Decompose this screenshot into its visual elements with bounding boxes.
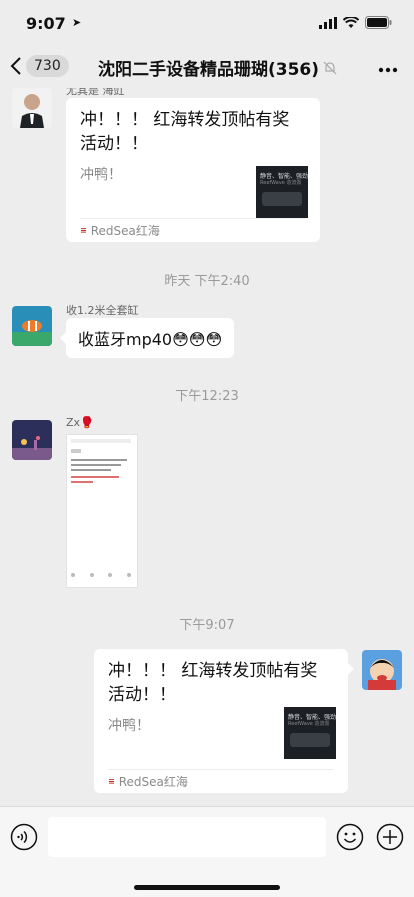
card-thumbnail: 静音、智能、强劲 ReefWave 造流泵	[284, 707, 336, 759]
message-text: 收蓝牙mp40😳😳😳	[78, 330, 223, 349]
avatar[interactable]	[12, 420, 52, 460]
screenshot-line	[71, 481, 93, 483]
chat-area[interactable]: 尤其是 海豇 冲！！！ 红海转发顶帖有奖活动！！ 冲鸭！ 静音、智能、强劲 Re…	[0, 88, 414, 806]
link-card[interactable]: 冲！！！ 红海转发顶帖有奖活动！！ 冲鸭！ 静音、智能、强劲 ReefWave …	[66, 98, 320, 242]
card-title: 冲！！！ 红海转发顶帖有奖活动！！	[80, 110, 290, 154]
thumbnail-subtext: ReefWave 造流泵	[288, 721, 330, 727]
location-icon: ➤	[72, 16, 82, 29]
redsea-logo-icon: ≡	[108, 776, 115, 786]
timestamp: 昨天 下午2:40	[164, 274, 250, 289]
card-source: RedSea红海	[118, 774, 188, 789]
screenshot-line	[71, 459, 127, 461]
screenshot-toolbar	[71, 573, 131, 581]
sender-name: Zx🥊	[66, 416, 94, 429]
emoji-button[interactable]	[336, 823, 364, 855]
timestamp: 下午9:07	[179, 618, 235, 633]
screenshot-line	[71, 464, 121, 466]
status-bar: 9:07 ➤	[0, 0, 414, 44]
card-source: RedSea红海	[90, 223, 160, 238]
card-description: 冲鸭！	[80, 167, 122, 183]
wifi-icon	[343, 16, 359, 28]
more-icon	[378, 67, 398, 73]
emoji-icon	[336, 823, 364, 851]
sender-name: 收1.2米全套缸	[66, 304, 139, 317]
thumbnail-subtext: ReefWave 造流泵	[260, 180, 302, 186]
message-bubble[interactable]: 收蓝牙mp40😳😳😳	[59, 318, 235, 358]
card-footer: ≡ RedSea红海	[108, 769, 334, 792]
battery-icon	[365, 16, 392, 29]
chevron-left-icon	[10, 57, 21, 75]
redsea-logo-icon: ≡	[80, 225, 87, 235]
sender-name: 尤其是 海豇	[66, 88, 125, 97]
plus-button[interactable]	[376, 823, 404, 855]
avatar[interactable]	[12, 306, 52, 346]
message-input[interactable]	[48, 817, 326, 857]
voice-icon	[10, 823, 38, 851]
status-time: 9:07	[26, 14, 66, 33]
avatar[interactable]	[12, 88, 52, 128]
pump-image	[262, 192, 302, 206]
screenshot-header	[71, 439, 131, 443]
card-thumbnail: 静音、智能、强劲 ReefWave 造流泵	[256, 166, 308, 218]
screenshot-line	[71, 469, 111, 471]
timestamp: 下午12:23	[175, 389, 239, 404]
unread-count-badge: 730	[26, 55, 69, 77]
back-button[interactable]: 730	[10, 52, 74, 80]
screenshot-line	[71, 449, 81, 453]
link-card[interactable]: 冲！！！ 红海转发顶帖有奖活动！！ 冲鸭！ 静音、智能、强劲 ReefWave …	[94, 649, 354, 793]
card-footer: ≡ RedSea红海	[80, 218, 306, 241]
input-bar	[0, 806, 414, 897]
home-indicator	[134, 885, 280, 890]
card-description: 冲鸭！	[108, 718, 150, 734]
chat-title: 沈阳二手设备精品珊瑚(356)	[98, 55, 337, 80]
chat-header: 730 沈阳二手设备精品珊瑚(356)	[0, 44, 414, 88]
plus-icon	[376, 823, 404, 851]
pump-image	[290, 733, 330, 747]
image-message[interactable]	[66, 434, 138, 588]
mute-bell-icon	[323, 61, 337, 74]
avatar[interactable]	[362, 650, 402, 690]
signal-icon	[319, 16, 337, 29]
card-title: 冲！！！ 红海转发顶帖有奖活动！！	[108, 661, 318, 705]
screenshot-line	[71, 476, 119, 478]
status-icons	[319, 16, 392, 29]
voice-button[interactable]	[10, 823, 38, 855]
more-button[interactable]	[378, 58, 398, 77]
chat-title-text: 沈阳二手设备精品珊瑚(356)	[98, 60, 320, 80]
